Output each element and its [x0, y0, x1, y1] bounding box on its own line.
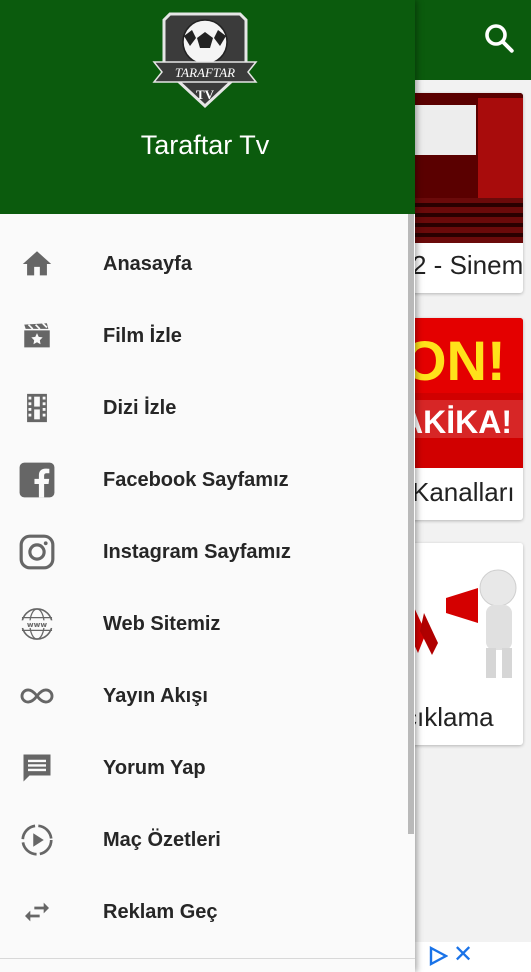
taraftar-tv-logo: TARAFTAR TV — [152, 12, 258, 109]
home-icon — [17, 246, 57, 282]
logo-sub-text: TV — [196, 87, 215, 102]
menu-item-instagram[interactable]: Instagram Sayfamız — [0, 516, 410, 588]
menu-item-label: Anasayfa — [103, 253, 192, 275]
menu-item-web-sitemiz[interactable]: www Web Sitemiz — [0, 588, 410, 660]
menu-item-label: Film İzle — [103, 325, 182, 347]
menu-item-yorum-yap[interactable]: Yorum Yap — [0, 732, 410, 804]
menu-item-label: Yorum Yap — [103, 757, 206, 779]
drawer-menu: Anasayfa Film İzle Dizi İzle Facebook Sa… — [0, 228, 410, 948]
movie-icon — [17, 318, 57, 354]
drawer-header: TARAFTAR TV Taraftar Tv — [0, 0, 415, 214]
infinity-icon — [17, 678, 57, 714]
comment-icon — [17, 750, 57, 786]
menu-item-film-izle[interactable]: Film İzle — [0, 300, 410, 372]
menu-item-label: Facebook Sayfamız — [103, 469, 289, 491]
menu-item-facebook[interactable]: Facebook Sayfamız — [0, 444, 410, 516]
navigation-drawer: TARAFTAR TV Taraftar Tv Anasayfa Film İz… — [0, 0, 415, 972]
svg-text:www: www — [27, 620, 47, 629]
menu-item-mac-ozetleri[interactable]: Maç Özetleri — [0, 804, 410, 876]
drawer-scrollbar[interactable] — [408, 214, 414, 834]
menu-item-label: Maç Özetleri — [103, 829, 221, 851]
menu-item-dizi-izle[interactable]: Dizi İzle — [0, 372, 410, 444]
menu-item-label: Reklam Geç — [103, 901, 218, 923]
facebook-icon — [17, 462, 57, 498]
film-strip-icon — [17, 390, 57, 426]
menu-item-reklam-gec[interactable]: Reklam Geç — [0, 876, 410, 948]
logo-banner-text: TARAFTAR — [175, 65, 235, 80]
menu-item-label: Dizi İzle — [103, 397, 177, 419]
menu-item-label: Web Sitemiz — [103, 613, 221, 635]
menu-item-label: Yayın Akışı — [103, 685, 208, 707]
divider — [0, 958, 415, 959]
menu-item-label: Instagram Sayfamız — [103, 541, 291, 563]
www-globe-icon: www — [17, 606, 57, 642]
menu-item-yayin-akisi[interactable]: Yayın Akışı — [0, 660, 410, 732]
play-circle-icon — [17, 822, 57, 858]
instagram-icon — [17, 534, 57, 570]
drawer-title: Taraftar Tv — [140, 130, 270, 160]
swap-arrows-icon — [17, 894, 57, 930]
menu-item-anasayfa[interactable]: Anasayfa — [0, 228, 410, 300]
